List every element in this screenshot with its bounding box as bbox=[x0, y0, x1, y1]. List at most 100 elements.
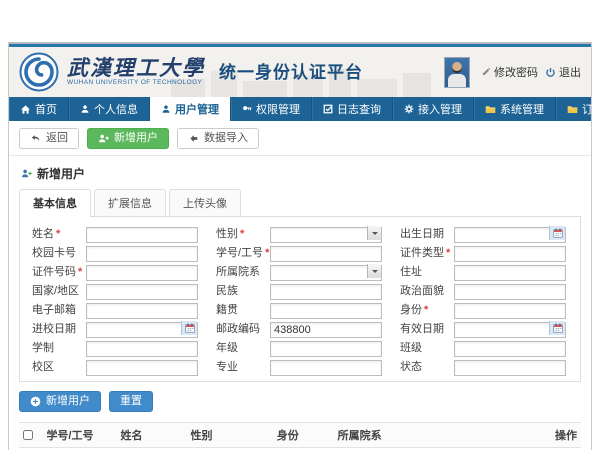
add-user-icon bbox=[98, 133, 109, 144]
nav-item-权限管理[interactable]: 权限管理 bbox=[231, 97, 312, 121]
form-field-address: 住址 bbox=[392, 263, 576, 279]
field-label-entry-date: 进校日期 bbox=[24, 320, 86, 336]
ethnicity-input[interactable] bbox=[270, 284, 382, 300]
form-field-department: 所属院系 bbox=[208, 263, 392, 279]
form-field-campus: 校区 bbox=[24, 358, 208, 374]
field-label-text: 专业 bbox=[216, 361, 238, 373]
identity-input[interactable] bbox=[454, 303, 566, 319]
nav-item-label: 订阅管理 bbox=[582, 101, 600, 117]
nav-item-用户管理[interactable]: 用户管理 bbox=[150, 97, 231, 121]
change-password-link[interactable]: 修改密码 bbox=[481, 64, 538, 80]
tab-基本信息[interactable]: 基本信息 bbox=[19, 189, 91, 217]
reset-button[interactable]: 重置 bbox=[109, 391, 153, 412]
birth-date-calendar-button[interactable] bbox=[549, 226, 565, 240]
folder-icon bbox=[485, 104, 496, 115]
campus-card-no-input[interactable] bbox=[86, 246, 198, 262]
field-label-text: 班级 bbox=[400, 342, 422, 354]
field-label-student-id: 学号/工号* bbox=[208, 244, 270, 260]
postal-code-input[interactable] bbox=[270, 322, 382, 338]
add-user-toolbar-button[interactable]: 新增用户 bbox=[87, 128, 169, 149]
form-field-country-region: 国家/地区 bbox=[24, 282, 208, 298]
chevron-down-icon bbox=[372, 270, 378, 276]
field-label-email: 电子邮箱 bbox=[24, 301, 86, 317]
country-region-input[interactable] bbox=[86, 284, 198, 300]
field-label-status: 状态 bbox=[392, 358, 454, 374]
id-type-input[interactable] bbox=[454, 246, 566, 262]
back-button[interactable]: 返回 bbox=[19, 128, 79, 149]
political-status-input[interactable] bbox=[454, 284, 566, 300]
tab-扩展信息[interactable]: 扩展信息 bbox=[94, 189, 166, 216]
field-label-political-status: 政治面貌 bbox=[392, 282, 454, 298]
nav-item-label: 用户管理 bbox=[175, 101, 219, 117]
calendar-icon bbox=[553, 228, 563, 238]
tab-上传头像[interactable]: 上传头像 bbox=[169, 189, 241, 216]
submit-add-user-button[interactable]: 新增用户 bbox=[19, 391, 101, 412]
student-id-input[interactable] bbox=[270, 246, 382, 262]
valid-date-calendar-button[interactable] bbox=[549, 321, 565, 335]
user-icon bbox=[80, 104, 90, 114]
log-icon bbox=[323, 104, 333, 114]
required-asterisk: * bbox=[446, 247, 450, 259]
form-field-major: 专业 bbox=[208, 358, 392, 374]
status-input[interactable] bbox=[454, 360, 566, 376]
users-icon bbox=[161, 104, 171, 114]
postal-code-input-wrap bbox=[270, 320, 382, 336]
major-input[interactable] bbox=[270, 360, 382, 376]
logout-label: 退出 bbox=[559, 64, 581, 80]
entry-date-calendar-button[interactable] bbox=[181, 321, 197, 335]
department-input[interactable] bbox=[270, 265, 382, 281]
nav-item-日志查询[interactable]: 日志查询 bbox=[312, 97, 393, 121]
field-label-department: 所属院系 bbox=[208, 263, 270, 279]
form-field-class: 班级 bbox=[392, 339, 576, 355]
form-field-id-type: 证件类型* bbox=[392, 244, 576, 260]
header-titles: 武漢理工大學 WUHAN UNIVERSITY OF TECHNOLOGY 统一… bbox=[67, 57, 363, 87]
select-all-checkbox[interactable] bbox=[23, 430, 33, 440]
nav-item-订阅管理[interactable]: 订阅管理 bbox=[556, 97, 600, 121]
folder-icon bbox=[567, 104, 578, 115]
school-system-input[interactable] bbox=[86, 341, 198, 357]
campus-input-wrap bbox=[86, 358, 198, 374]
gender-input[interactable] bbox=[270, 227, 382, 243]
department-dropdown-button[interactable] bbox=[367, 264, 381, 278]
campus-input[interactable] bbox=[86, 360, 198, 376]
class-input-wrap bbox=[454, 339, 566, 355]
field-label-valid-date: 有效日期 bbox=[392, 320, 454, 336]
university-logo bbox=[19, 52, 59, 92]
major-input-wrap bbox=[270, 358, 382, 374]
field-label-class: 班级 bbox=[392, 339, 454, 355]
nav-item-个人信息[interactable]: 个人信息 bbox=[69, 97, 150, 121]
power-icon bbox=[545, 67, 556, 78]
name-input[interactable] bbox=[86, 227, 198, 243]
data-import-button[interactable]: 数据导入 bbox=[177, 128, 259, 149]
field-label-text: 证件号码 bbox=[32, 266, 76, 278]
user-avatar bbox=[444, 57, 470, 88]
app-window: 武漢理工大學 WUHAN UNIVERSITY OF TECHNOLOGY 统一… bbox=[8, 42, 592, 450]
class-input[interactable] bbox=[454, 341, 566, 357]
required-asterisk: * bbox=[56, 228, 60, 240]
field-label-text: 民族 bbox=[216, 285, 238, 297]
field-label-school-system: 学制 bbox=[24, 339, 86, 355]
ethnicity-input-wrap bbox=[270, 282, 382, 298]
native-place-input[interactable] bbox=[270, 303, 382, 319]
gender-dropdown-button[interactable] bbox=[367, 226, 381, 240]
form-field-status: 状态 bbox=[392, 358, 576, 374]
nav-item-系统管理[interactable]: 系统管理 bbox=[474, 97, 556, 121]
nav-item-接入管理[interactable]: 接入管理 bbox=[393, 97, 474, 121]
id-number-input[interactable] bbox=[86, 265, 198, 281]
logout-link[interactable]: 退出 bbox=[545, 64, 581, 80]
required-asterisk: * bbox=[240, 228, 244, 240]
grade-input[interactable] bbox=[270, 341, 382, 357]
field-label-text: 出生日期 bbox=[400, 228, 444, 240]
id-type-input-wrap bbox=[454, 244, 566, 260]
form-field-political-status: 政治面貌 bbox=[392, 282, 576, 298]
field-label-campus: 校区 bbox=[24, 358, 86, 374]
address-input[interactable] bbox=[454, 265, 566, 281]
field-label-text: 证件类型 bbox=[400, 247, 444, 259]
calendar-icon bbox=[553, 323, 563, 333]
submit-add-user-label: 新增用户 bbox=[46, 395, 90, 408]
back-arrow-icon bbox=[30, 133, 41, 144]
field-label-native-place: 籍贯 bbox=[208, 301, 270, 317]
header: 武漢理工大學 WUHAN UNIVERSITY OF TECHNOLOGY 统一… bbox=[9, 47, 591, 97]
email-input[interactable] bbox=[86, 303, 198, 319]
nav-item-首页[interactable]: 首页 bbox=[9, 97, 69, 121]
